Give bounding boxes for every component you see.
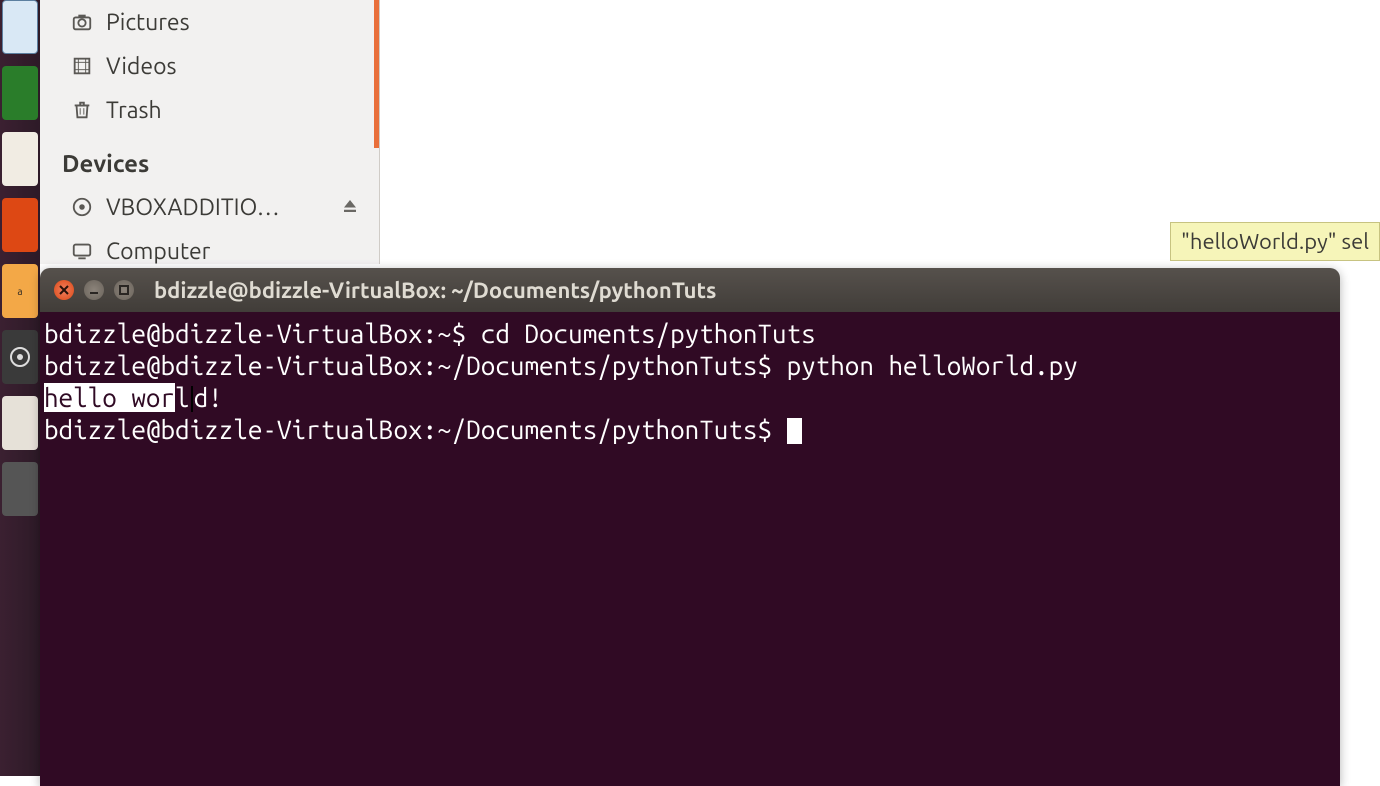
- sidebar-label: Trash: [106, 98, 162, 123]
- launcher-item-text-editor[interactable]: [2, 396, 38, 450]
- close-icon: [59, 285, 69, 295]
- prompt: bdizzle@bdizzle-VirtualBox:~/Documents/p…: [44, 415, 787, 444]
- terminal-cursor: [787, 418, 802, 444]
- selected-output: hello wor: [44, 383, 175, 412]
- trash-icon: [70, 98, 94, 122]
- gear-icon: [8, 345, 32, 369]
- sidebar-item-trash[interactable]: Trash: [70, 88, 371, 132]
- launcher-item-files[interactable]: [2, 66, 38, 120]
- window-minimize-button[interactable]: [84, 280, 104, 300]
- disc-icon: [70, 195, 94, 219]
- sidebar-scrollbar[interactable]: [374, 0, 379, 148]
- window-maximize-button[interactable]: [114, 280, 134, 300]
- command-text: cd Documents/pythonTuts: [481, 319, 816, 348]
- text-caret-icon: [191, 386, 193, 412]
- window-close-button[interactable]: [54, 280, 74, 300]
- terminal-titlebar[interactable]: bdizzle@bdizzle-VirtualBox: ~/Documents/…: [40, 268, 1340, 312]
- film-icon: [70, 54, 94, 78]
- maximize-icon: [119, 285, 129, 295]
- launcher-item-document[interactable]: [2, 0, 38, 54]
- file-manager-sidebar: Pictures Videos Trash Devices VBOXADDITI…: [40, 0, 380, 264]
- output-text: l: [175, 383, 190, 412]
- terminal-window: bdizzle@bdizzle-VirtualBox: ~/Documents/…: [40, 268, 1340, 786]
- unity-launcher: a: [0, 0, 40, 776]
- selection-tooltip: "helloWorld.py" sel: [1170, 222, 1380, 261]
- prompt: bdizzle@bdizzle-VirtualBox:~$: [44, 319, 481, 348]
- sidebar-item-computer[interactable]: Computer: [70, 229, 371, 273]
- sidebar-item-videos[interactable]: Videos: [70, 44, 371, 88]
- minimize-icon: [89, 285, 99, 295]
- launcher-item-amazon[interactable]: a: [2, 264, 38, 318]
- output-text: d!: [194, 383, 223, 412]
- sidebar-label: Computer: [106, 239, 210, 264]
- sidebar-item-vboxadditions[interactable]: VBOXADDITIO…: [70, 185, 371, 229]
- computer-icon: [70, 239, 94, 263]
- camera-icon: [70, 10, 94, 34]
- launcher-item-impress[interactable]: [2, 198, 38, 252]
- sidebar-label: Pictures: [106, 10, 190, 35]
- launcher-item-settings[interactable]: [2, 330, 38, 384]
- launcher-item-writer[interactable]: [2, 132, 38, 186]
- terminal-body[interactable]: bdizzle@bdizzle-VirtualBox:~$ cd Documen…: [40, 312, 1340, 786]
- sidebar-item-pictures[interactable]: Pictures: [70, 0, 371, 44]
- sidebar-label: VBOXADDITIO…: [106, 195, 280, 220]
- prompt: bdizzle@bdizzle-VirtualBox:~/Documents/p…: [44, 351, 787, 380]
- sidebar-section-devices: Devices: [62, 132, 371, 185]
- eject-icon[interactable]: [341, 195, 359, 220]
- terminal-title: bdizzle@bdizzle-VirtualBox: ~/Documents/…: [154, 278, 716, 303]
- launcher-item-disk[interactable]: [2, 462, 38, 516]
- sidebar-label: Videos: [106, 54, 177, 79]
- command-text: python helloWorld.py: [787, 351, 1078, 380]
